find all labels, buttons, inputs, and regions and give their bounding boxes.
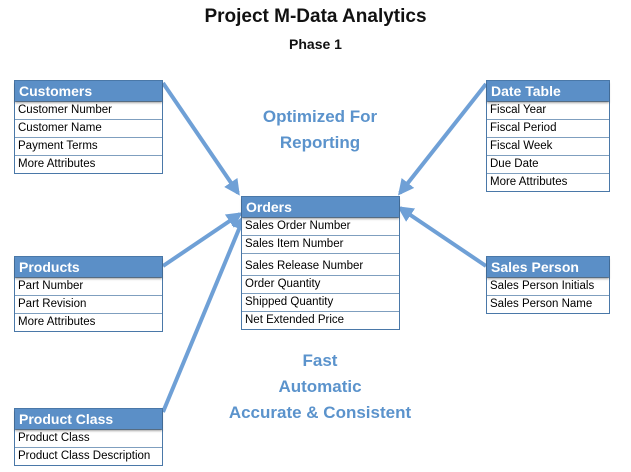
- date-table-header: Date Table: [487, 81, 609, 101]
- customers-header: Customers: [15, 81, 162, 101]
- customers-field: Payment Terms: [15, 137, 162, 155]
- callout-optimized: Optimized For Reporting: [220, 104, 420, 156]
- orders-field: Sales Item Number: [242, 235, 399, 253]
- date-table-field: Fiscal Week: [487, 137, 609, 155]
- orders-field: Shipped Quantity: [242, 293, 399, 311]
- customers-table: Customers Customer Number Customer Name …: [14, 80, 163, 174]
- date-table-field: More Attributes: [487, 173, 609, 191]
- date-table-field: Fiscal Period: [487, 119, 609, 137]
- callout-line: Automatic: [278, 377, 362, 396]
- customers-field: Customer Number: [15, 101, 162, 119]
- orders-header: Orders: [242, 197, 399, 217]
- product-class-table: Product Class Product Class Product Clas…: [14, 408, 163, 466]
- customers-field: More Attributes: [15, 155, 162, 173]
- orders-field: Sales Release Number: [242, 253, 399, 275]
- arrow-sales-person-to-orders: [397, 206, 488, 268]
- product-class-field: Product Class: [15, 429, 162, 447]
- orders-table: Orders Sales Order Number Sales Item Num…: [241, 196, 400, 330]
- products-field: Part Number: [15, 277, 162, 295]
- date-table-table: Date Table Fiscal Year Fiscal Period Fis…: [486, 80, 610, 192]
- callout-line: Accurate & Consistent: [228, 403, 412, 422]
- date-table-field: Fiscal Year: [487, 101, 609, 119]
- callout-line: Fast: [302, 351, 338, 370]
- sales-person-table: Sales Person Sales Person Initials Sales…: [486, 256, 610, 314]
- callout-line: Reporting: [279, 133, 361, 152]
- product-class-header: Product Class: [15, 409, 162, 429]
- callout-benefits: Fast Automatic Accurate & Consistent: [190, 348, 450, 426]
- date-table-field: Due Date: [487, 155, 609, 173]
- products-field: More Attributes: [15, 313, 162, 331]
- customers-field: Customer Name: [15, 119, 162, 137]
- orders-field: Sales Order Number: [242, 217, 399, 235]
- products-table: Products Part Number Part Revision More …: [14, 256, 163, 332]
- callout-line: Optimized For: [262, 107, 378, 126]
- product-class-field: Product Class Description: [15, 447, 162, 465]
- sales-person-field: Sales Person Name: [487, 295, 609, 313]
- sales-person-field: Sales Person Initials: [487, 277, 609, 295]
- products-field: Part Revision: [15, 295, 162, 313]
- orders-field: Order Quantity: [242, 275, 399, 293]
- sales-person-header: Sales Person: [487, 257, 609, 277]
- products-header: Products: [15, 257, 162, 277]
- orders-field: Net Extended Price: [242, 311, 399, 329]
